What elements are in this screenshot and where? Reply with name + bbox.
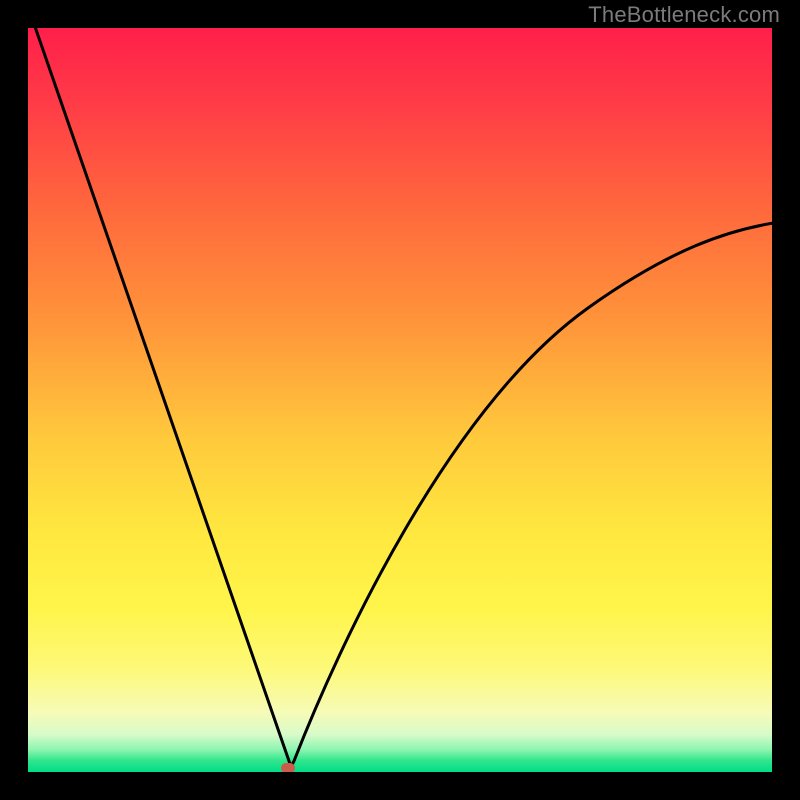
plot-area [28,28,772,772]
bottleneck-curve [28,28,772,772]
watermark-text: TheBottleneck.com [588,2,780,28]
chart-frame: TheBottleneck.com [0,0,800,800]
curve-path [28,28,772,765]
optimum-marker [281,763,295,772]
